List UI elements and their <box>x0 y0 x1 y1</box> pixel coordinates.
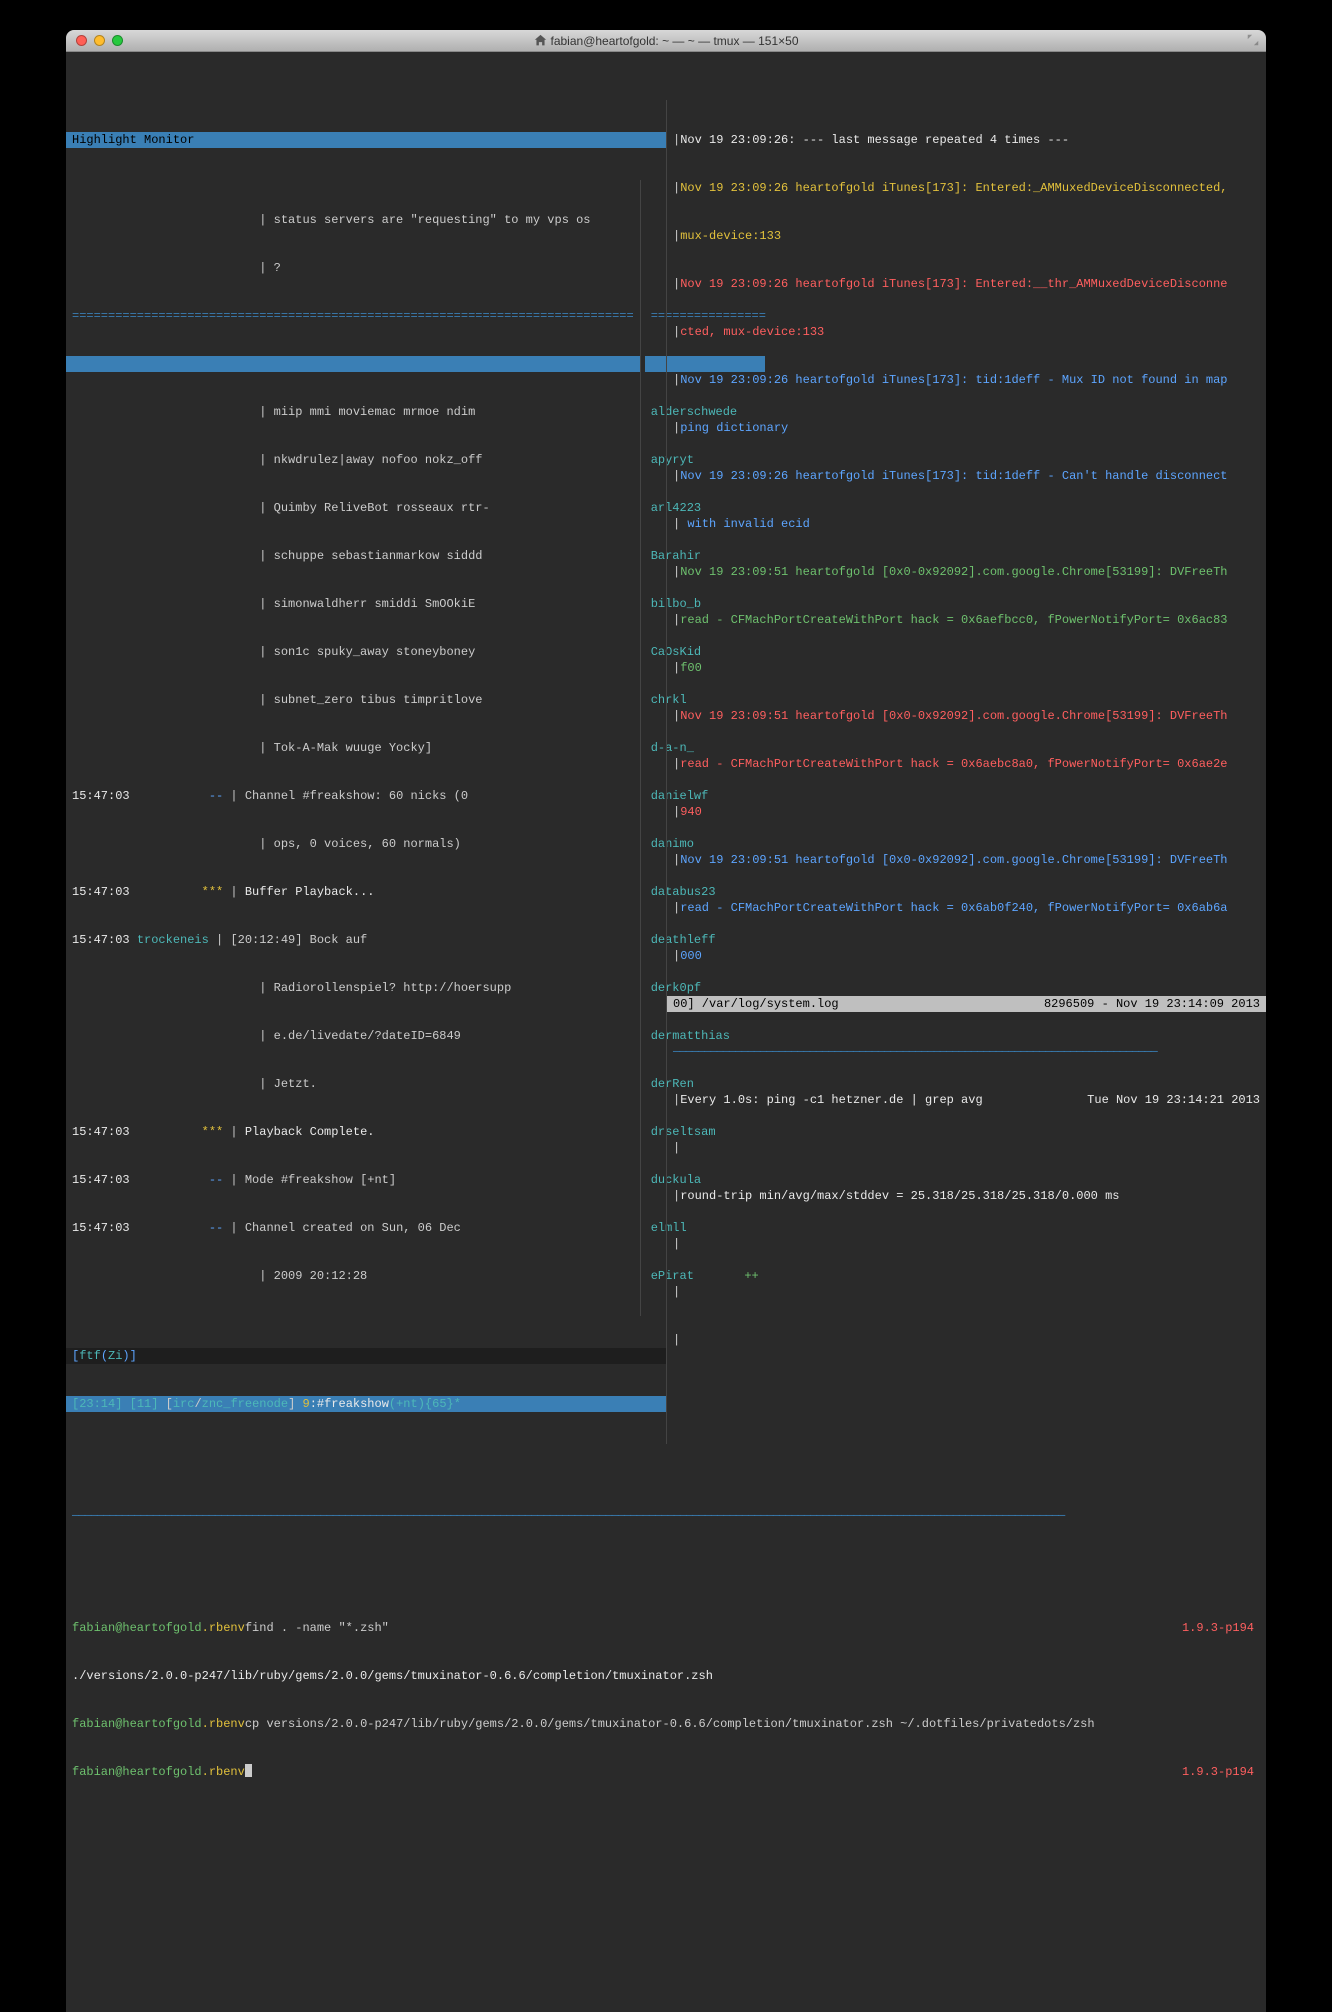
terminal-window: fabian@heartofgold: ~ — ~ — tmux — 151×5… <box>66 30 1266 2012</box>
tmux-top-panes: Highlight Monitor | status servers are "… <box>66 100 1266 1444</box>
irc-input-bar[interactable]: [ftf(Zi)] <box>66 1348 666 1364</box>
less-status-bar: 00] /var/log/system.log8296509 - Nov 19 … <box>667 996 1266 1012</box>
shell-prompt-active[interactable]: fabian@heartofgold .rbenv 1.9.3-p194 <box>66 1764 1266 1780</box>
watch-header: |Every 1.0s: ping -c1 hetzner.de | grep … <box>667 1092 1266 1108</box>
pane-divider: ────────────────────────────────────────… <box>667 1044 1266 1060</box>
shell-pane[interactable]: fabian@heartofgold .rbenv find . -name "… <box>66 1588 1266 1812</box>
window-title: fabian@heartofgold: ~ — ~ — tmux — 151×5… <box>66 33 1266 49</box>
syslog-line: |Nov 19 23:09:26: --- last message repea… <box>667 132 1266 148</box>
status-line: | ? <box>66 260 640 276</box>
cursor-icon <box>245 1764 252 1777</box>
right-panes[interactable]: |Nov 19 23:09:26: --- last message repea… <box>666 100 1266 1444</box>
irc-pane[interactable]: Highlight Monitor | status servers are "… <box>66 100 666 1444</box>
home-icon <box>534 34 547 47</box>
shell-output: ./versions/2.0.0-p247/lib/ruby/gems/2.0.… <box>66 1668 1266 1684</box>
window-title-text: fabian@heartofgold: ~ — ~ — tmux — 151×5… <box>551 34 799 48</box>
shell-prompt: fabian@heartofgold .rbenv cp versions/2.… <box>66 1716 1266 1732</box>
highlight-header: Highlight Monitor <box>66 132 666 148</box>
pane-divider-horizontal: ────────────────────────────────────────… <box>66 1508 1266 1524</box>
window-titlebar: fabian@heartofgold: ~ — ~ — tmux — 151×5… <box>66 30 1266 52</box>
terminal-content[interactable]: Highlight Monitor | status servers are "… <box>66 52 1266 2012</box>
blank-highlight <box>66 356 640 372</box>
fullscreen-icon[interactable] <box>1246 33 1260 47</box>
empty-space <box>66 1876 1266 2012</box>
irc-status-bar: [23:14] [11] [irc/znc_freenode] 9:#freak… <box>66 1396 666 1412</box>
divider: ========================================… <box>66 308 640 324</box>
status-line: | status servers are "requesting" to my … <box>66 212 640 228</box>
shell-prompt: fabian@heartofgold .rbenv find . -name "… <box>66 1620 1266 1636</box>
watch-result: |round-trip min/avg/max/stddev = 25.318/… <box>667 1188 1266 1204</box>
